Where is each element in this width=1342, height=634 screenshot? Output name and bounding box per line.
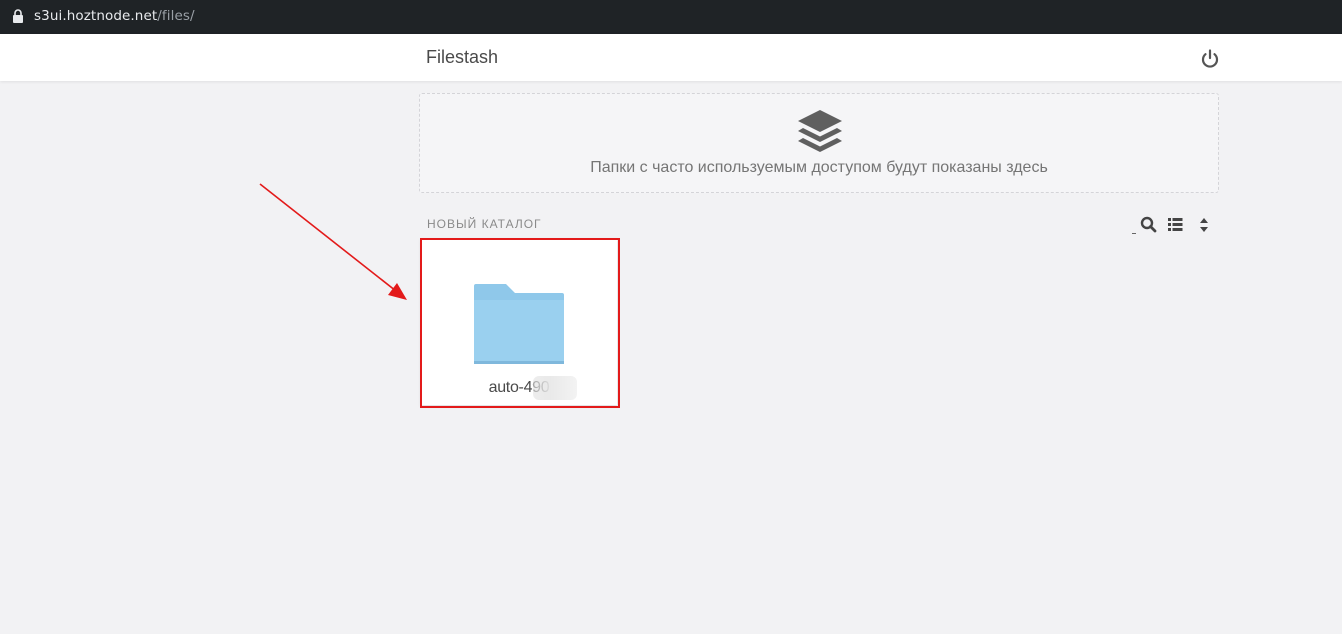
frequent-folders-message: Папки с часто используемым доступом буду… (590, 159, 1048, 176)
app-title[interactable]: Filestash (426, 47, 498, 68)
layers-icon (798, 110, 842, 152)
list-view-icon[interactable] (1166, 215, 1186, 235)
section-label: НОВЫЙ КАТАЛОГ (427, 217, 542, 231)
url-text: s3ui.hoztnode.net/files/ (34, 8, 195, 24)
lock-icon (13, 9, 23, 23)
redacted-text (533, 376, 577, 400)
toolbar-dash (1132, 233, 1136, 234)
search-icon[interactable] (1139, 215, 1159, 235)
folder-name: auto-490 (488, 379, 550, 396)
power-icon[interactable] (1199, 48, 1221, 70)
sort-icon[interactable] (1194, 215, 1214, 235)
frequent-folders-panel: Папки с часто используемым доступом буду… (419, 93, 1219, 193)
url-path: /files/ (157, 8, 195, 24)
folder-icon (474, 284, 564, 364)
url-host: s3ui.hoztnode.net (34, 8, 158, 24)
listing-toolbar (1128, 215, 1220, 237)
browser-address-bar[interactable]: s3ui.hoztnode.net/files/ (0, 0, 1342, 34)
folder-item[interactable]: auto-490 (421, 239, 617, 405)
app-header: Filestash (0, 34, 1342, 81)
